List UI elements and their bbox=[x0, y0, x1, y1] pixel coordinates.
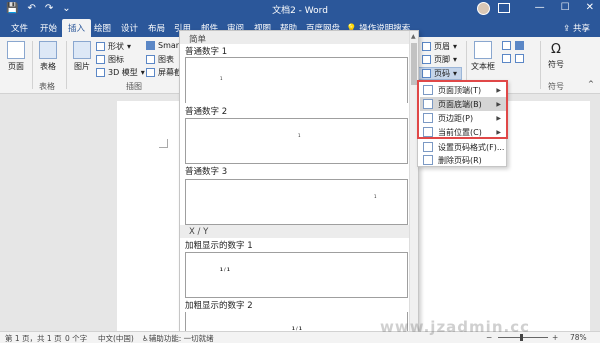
vertical-scrollbar[interactable] bbox=[590, 94, 600, 331]
cube-icon bbox=[96, 68, 105, 77]
language-indicator[interactable]: 中文(中国) bbox=[98, 333, 134, 343]
tab-design[interactable]: 设计 bbox=[121, 22, 138, 34]
icons-icon bbox=[96, 55, 105, 64]
shapes-icon bbox=[96, 42, 105, 51]
shapes-button[interactable]: 形状 ▾ bbox=[96, 41, 131, 52]
word-count[interactable]: 0 个字 bbox=[65, 333, 87, 343]
gallery-item-label: 普通数字 3 bbox=[185, 167, 228, 177]
tab-draw[interactable]: 绘图 bbox=[94, 22, 111, 34]
pictures-button[interactable]: 图片 bbox=[70, 41, 94, 72]
signature-icon bbox=[515, 54, 524, 63]
collapse-ribbon-icon[interactable]: ^ bbox=[588, 80, 594, 88]
format-page-numbers-icon bbox=[423, 142, 433, 152]
share-icon: ⇪ bbox=[563, 24, 573, 34]
remove-page-numbers-icon bbox=[423, 155, 433, 165]
avatar[interactable] bbox=[477, 2, 490, 15]
pages-button[interactable]: 页面 bbox=[4, 41, 28, 72]
picture-icon bbox=[73, 41, 91, 59]
gallery-item-label: 普通数字 1 bbox=[185, 47, 228, 57]
quick-parts-button[interactable] bbox=[502, 41, 511, 50]
gallery-item-plain-number-3[interactable]: 1 bbox=[185, 179, 408, 225]
menu-item-format-page-numbers[interactable]: 设置页码格式(F)... bbox=[420, 140, 506, 154]
tab-layout[interactable]: 布局 bbox=[148, 22, 165, 34]
share-button[interactable]: ⇪ 共享 bbox=[563, 22, 590, 34]
gallery-item-label: 加粗显示的数字 2 bbox=[185, 301, 253, 311]
textbox-icon bbox=[474, 41, 492, 59]
wordart-button[interactable] bbox=[515, 41, 524, 50]
gallery-item-label: 普通数字 2 bbox=[185, 107, 228, 117]
icons-button[interactable]: 图标 bbox=[96, 54, 124, 65]
wordart-icon bbox=[515, 41, 524, 50]
page-number-gallery: 简单 普通数字 1 1 普通数字 2 1 普通数字 3 1 X / Y 加粗显示… bbox=[179, 30, 419, 343]
chart-button[interactable]: 图表 bbox=[146, 54, 174, 65]
footer-button[interactable]: 页脚 ▾ bbox=[422, 54, 457, 65]
dropcap-icon bbox=[502, 54, 511, 63]
gallery-section-xy: X / Y bbox=[180, 225, 410, 238]
margin-corner-mark bbox=[159, 139, 168, 148]
accessibility-icon: ♿ bbox=[142, 334, 149, 343]
header-icon bbox=[422, 42, 431, 51]
table-button[interactable]: 表格 bbox=[36, 41, 60, 72]
gallery-item-bold-number-1[interactable]: 1 / 1 bbox=[185, 252, 408, 298]
omega-icon: Ω bbox=[551, 42, 561, 57]
window-title: 文档2 - Word bbox=[272, 6, 328, 16]
tab-insert[interactable]: 插入 bbox=[62, 19, 92, 37]
textbox-button[interactable]: 文本框 bbox=[468, 41, 498, 72]
zoom-level[interactable]: 78% bbox=[570, 333, 587, 342]
scroll-up-icon[interactable]: ▲ bbox=[411, 33, 416, 40]
gallery-item-label: 加粗显示的数字 1 bbox=[185, 241, 253, 251]
minimize-icon[interactable]: — bbox=[535, 2, 545, 13]
quick-parts-icon bbox=[502, 41, 511, 50]
table-icon bbox=[39, 41, 57, 59]
divider bbox=[540, 41, 541, 89]
screenshot-icon bbox=[146, 68, 155, 77]
gallery-section-simple: 简单 bbox=[180, 31, 410, 45]
zoom-slider[interactable] bbox=[498, 337, 548, 338]
ribbon-display-options-icon[interactable] bbox=[498, 3, 510, 13]
divider bbox=[66, 41, 67, 89]
3d-models-button[interactable]: 3D 模型 ▾ bbox=[96, 67, 145, 78]
close-icon[interactable]: ✕ bbox=[586, 2, 594, 13]
accessibility-status[interactable]: ♿辅助功能: 一切就绪 bbox=[142, 333, 214, 343]
header-button[interactable]: 页眉 ▾ bbox=[422, 41, 457, 52]
page-count[interactable]: 第 1 页，共 1 页 bbox=[5, 333, 62, 343]
menu-item-remove-page-numbers[interactable]: 删除页码(R) bbox=[420, 153, 506, 167]
signature-button[interactable] bbox=[515, 54, 524, 63]
title-bar: 💾 ↶ ↷ ⌄ 文档2 - Word — ☐ ✕ bbox=[0, 0, 600, 18]
footer-icon bbox=[422, 55, 431, 64]
tab-home[interactable]: 开始 bbox=[40, 22, 57, 34]
highlight-annotation-box bbox=[417, 80, 508, 139]
gallery-item-plain-number-2[interactable]: 1 bbox=[185, 118, 408, 164]
dropcap-button[interactable] bbox=[502, 54, 511, 63]
page-number-button[interactable]: 页码 ▾ bbox=[422, 68, 457, 79]
tab-file[interactable]: 文件 bbox=[11, 22, 28, 34]
maximize-icon[interactable]: ☐ bbox=[561, 2, 570, 13]
divider bbox=[32, 41, 33, 89]
illustrations-group-label: 插图 bbox=[126, 82, 142, 91]
chart-icon bbox=[146, 55, 155, 64]
watermark: www.jzadmin.cc bbox=[380, 318, 530, 336]
gallery-scrollbar[interactable]: ▲ bbox=[409, 31, 418, 342]
scroll-thumb[interactable] bbox=[411, 43, 417, 85]
symbol-group-label: 符号 bbox=[548, 82, 564, 91]
gallery-item-plain-number-1[interactable]: 1 bbox=[185, 57, 408, 103]
zoom-in-icon[interactable]: + bbox=[552, 333, 558, 342]
page-number-icon bbox=[422, 69, 431, 78]
table-group-label: 表格 bbox=[39, 82, 55, 91]
symbol-button[interactable]: Ω 符号 bbox=[544, 41, 568, 70]
smartart-icon bbox=[146, 41, 155, 50]
window-controls: — ☐ ✕ bbox=[535, 2, 594, 13]
pages-icon bbox=[7, 41, 25, 59]
